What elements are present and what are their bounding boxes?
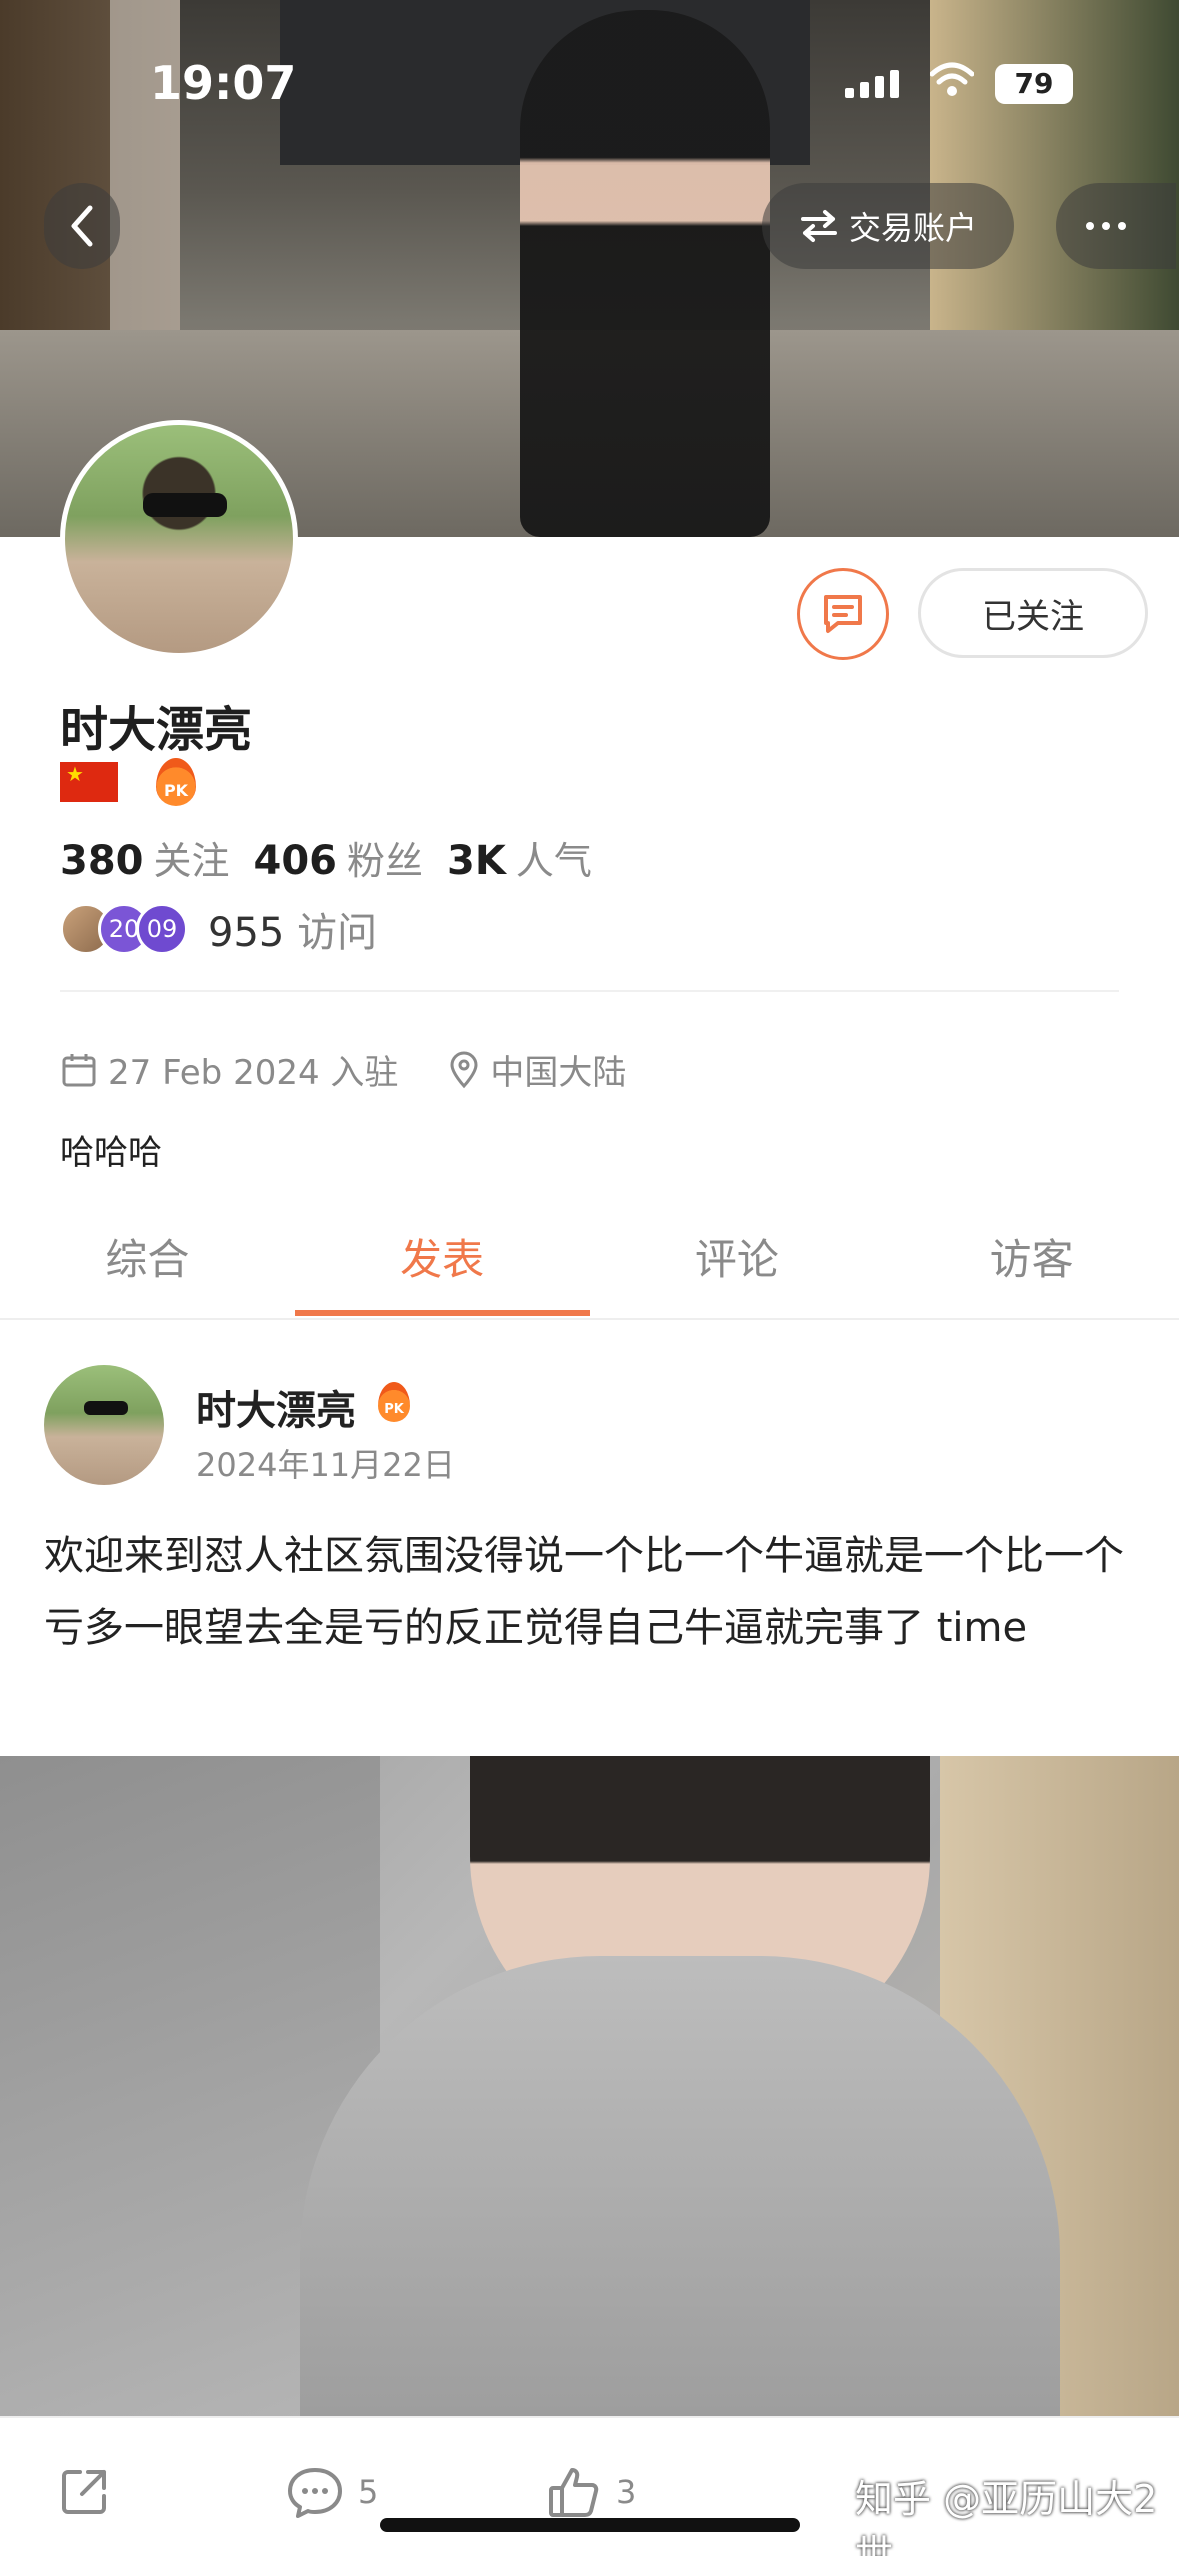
location-pin-icon [450,1051,478,1088]
more-options-button[interactable] [1056,183,1176,269]
following-count[interactable]: 380 [60,838,144,884]
visits-label: 访问 [297,910,378,956]
visitor-badge: 09 [136,903,188,955]
like-count: 3 [616,2473,637,2511]
china-flag-icon: ★ [60,762,118,802]
back-button[interactable] [44,183,120,269]
share-button[interactable] [56,2464,112,2520]
thumbs-up-icon [549,2468,599,2517]
tab-posts[interactable]: 发表 [294,1210,590,1320]
home-indicator[interactable] [380,2518,800,2532]
profile-stats: 380 关注 406 粉丝 3K 人气 [60,830,616,885]
like-button[interactable]: 3 [546,2464,636,2520]
calendar-icon [62,1053,96,1086]
following-button[interactable]: 已关注 [918,568,1148,658]
chat-icon [824,595,862,633]
followers-count[interactable]: 406 [254,838,338,884]
message-button[interactable] [797,568,889,660]
profile-meta: 27 Feb 2024 入驻 中国大陆 [60,1045,626,1094]
followers-label: 粉丝 [347,839,424,883]
post-date: 2024年11月22日 [196,1446,455,1484]
profile-tabs: 综合 发表 评论 访客 [0,1210,1179,1320]
popularity-label: 人气 [515,839,592,883]
popularity-count: 3K [447,838,506,884]
trade-account-button[interactable]: 交易账户 [762,183,1014,269]
trade-account-label: 交易账户 [848,209,977,247]
post-author-name[interactable]: 时大漂亮 [196,1378,356,1436]
location-text: 中国大陆 [490,1053,627,1093]
cellular-signal-icon [845,70,899,98]
chevron-left-icon [71,205,93,247]
tabs-divider [0,1318,1179,1320]
post-action-bar: 5 3 知乎 @亚历山大2世 [0,2416,1179,2556]
comment-count: 5 [358,2473,379,2511]
tab-overview[interactable]: 综合 [0,1210,295,1320]
status-time: 19:07 [150,56,297,110]
swap-icon [800,210,837,242]
joined-date: 27 Feb 2024 入驻 [108,1053,399,1093]
divider [60,990,1119,992]
tab-comments[interactable]: 评论 [590,1210,885,1320]
visits-count: 955 [208,910,285,956]
post-text[interactable]: 欢迎来到怼人社区氛围没得说一个比一个牛逼就是一个比一个亏多一眼望去全是亏的反正觉… [44,1520,1144,1664]
post-author-avatar[interactable] [44,1365,164,1485]
battery-indicator: 79 [995,64,1073,104]
watermark: 知乎 @亚历山大2世 [855,2477,1158,2556]
comment-icon [288,2468,342,2518]
comment-button[interactable]: 5 [286,2464,378,2520]
post-image[interactable] [0,1756,1179,2416]
profile-bio: 哈哈哈 [60,1133,162,1173]
following-label: 关注 [153,839,230,883]
pk-badge-icon: PK [378,1382,410,1422]
profile-name: 时大漂亮 [60,702,253,758]
pk-badge-icon: PK [156,758,196,806]
wifi-icon [930,62,974,96]
tab-visitors[interactable]: 访客 [884,1210,1179,1320]
visitors-row[interactable]: 20 09 955 访问 [60,900,377,958]
share-icon [62,2470,106,2514]
profile-avatar[interactable] [60,420,298,658]
